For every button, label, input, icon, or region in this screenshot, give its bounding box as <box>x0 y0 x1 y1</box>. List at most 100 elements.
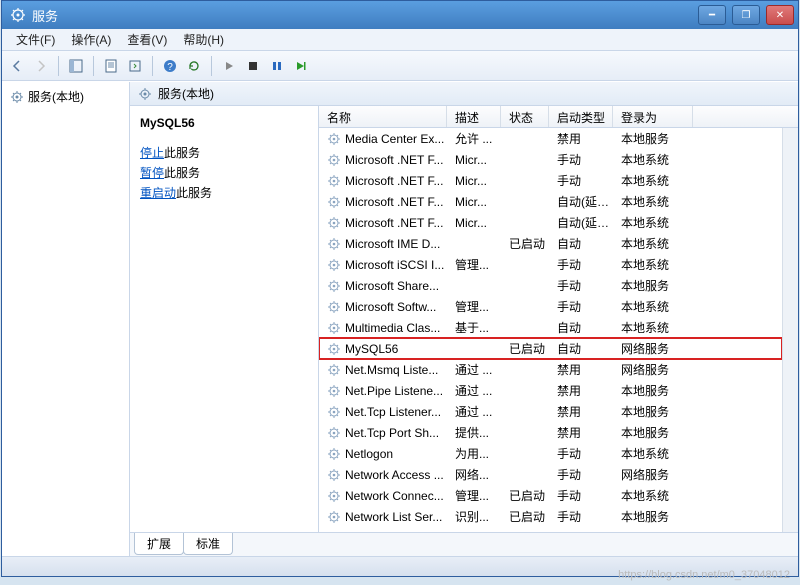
svg-text:?: ? <box>167 62 173 73</box>
table-row[interactable]: Microsoft .NET F...Micr...手动本地系统 <box>319 170 782 191</box>
show-hide-tree-button[interactable] <box>65 55 87 77</box>
table-row[interactable]: Media Center Ex...允许 ...禁用本地服务 <box>319 128 782 149</box>
service-icon <box>327 132 341 146</box>
service-icon <box>327 405 341 419</box>
service-icon <box>327 153 341 167</box>
col-logon[interactable]: 登录为 <box>613 106 693 127</box>
table-row[interactable]: Microsoft .NET F...Micr...自动(延迟...本地系统 <box>319 212 782 233</box>
service-icon <box>327 321 341 335</box>
table-row[interactable]: Net.Tcp Listener...通过 ...禁用本地服务 <box>319 401 782 422</box>
col-start[interactable]: 启动类型 <box>549 106 613 127</box>
table-row[interactable]: Net.Msmq Liste...通过 ...禁用网络服务 <box>319 359 782 380</box>
maximize-button[interactable]: ❐ <box>732 5 760 25</box>
tree-root-label: 服务(本地) <box>28 88 84 105</box>
menu-view[interactable]: 查看(V) <box>119 29 175 50</box>
service-desc: 允许 ... <box>447 130 501 147</box>
service-logon: 本地系统 <box>613 151 693 168</box>
pause-service-button[interactable] <box>266 55 288 77</box>
menu-file[interactable]: 文件(F) <box>8 29 63 50</box>
table-row[interactable]: MySQL56已启动自动网络服务 <box>319 338 782 359</box>
restart-service-button[interactable] <box>290 55 312 77</box>
service-desc: Micr... <box>447 195 501 209</box>
scrollbar[interactable] <box>782 128 798 532</box>
service-icon <box>327 468 341 482</box>
service-desc: 网络... <box>447 466 501 483</box>
col-desc[interactable]: 描述 <box>447 106 501 127</box>
service-desc: 为用... <box>447 445 501 462</box>
export-button[interactable] <box>124 55 146 77</box>
start-service-button[interactable] <box>218 55 240 77</box>
service-start: 自动(延迟... <box>549 214 613 231</box>
table-row[interactable]: Microsoft IME D...已启动自动本地系统 <box>319 233 782 254</box>
menu-help[interactable]: 帮助(H) <box>175 29 232 50</box>
service-start: 自动 <box>549 319 613 336</box>
service-desc: 通过 ... <box>447 361 501 378</box>
service-desc: Micr... <box>447 153 501 167</box>
service-name: Net.Pipe Listene... <box>345 384 443 398</box>
table-row[interactable]: Microsoft iSCSI I...管理...手动本地系统 <box>319 254 782 275</box>
col-name[interactable]: 名称 <box>319 106 447 127</box>
table-row[interactable]: Network List Ser...识别...已启动手动本地服务 <box>319 506 782 527</box>
table-row[interactable]: Network Connec...管理...已启动手动本地系统 <box>319 485 782 506</box>
table-row[interactable]: Microsoft Share...手动本地服务 <box>319 275 782 296</box>
refresh-button[interactable] <box>183 55 205 77</box>
service-start: 禁用 <box>549 361 613 378</box>
menu-action[interactable]: 操作(A) <box>63 29 119 50</box>
tree-root-item[interactable]: 服务(本地) <box>6 86 125 107</box>
table-row[interactable]: Net.Tcp Port Sh...提供...禁用本地服务 <box>319 422 782 443</box>
table-row[interactable]: Net.Pipe Listene...通过 ...禁用本地服务 <box>319 380 782 401</box>
service-start: 禁用 <box>549 403 613 420</box>
stop-link[interactable]: 停止 <box>140 146 164 160</box>
table-row[interactable]: Multimedia Clas...基于...自动本地系统 <box>319 317 782 338</box>
service-name: Network Connec... <box>345 489 444 503</box>
service-desc: 管理... <box>447 256 501 273</box>
service-logon: 本地服务 <box>613 382 693 399</box>
service-name: Microsoft iSCSI I... <box>345 258 444 272</box>
service-desc: 管理... <box>447 298 501 315</box>
service-name: Microsoft Share... <box>345 279 439 293</box>
service-icon <box>327 279 341 293</box>
selected-service-name: MySQL56 <box>140 116 308 130</box>
service-icon <box>327 363 341 377</box>
gear-icon <box>10 90 24 104</box>
service-desc: 通过 ... <box>447 382 501 399</box>
service-rows[interactable]: Media Center Ex...允许 ...禁用本地服务 Microsoft … <box>319 128 782 532</box>
help-button[interactable]: ? <box>159 55 181 77</box>
menubar: 文件(F) 操作(A) 查看(V) 帮助(H) <box>2 29 798 51</box>
minimize-button[interactable]: ━ <box>698 5 726 25</box>
table-row[interactable]: Microsoft .NET F...Micr...手动本地系统 <box>319 149 782 170</box>
service-start: 禁用 <box>549 424 613 441</box>
table-row[interactable]: Microsoft Softw...管理...手动本地系统 <box>319 296 782 317</box>
pause-link[interactable]: 暂停 <box>140 166 164 180</box>
stop-service-button[interactable] <box>242 55 264 77</box>
service-logon: 本地服务 <box>613 424 693 441</box>
service-logon: 本地系统 <box>613 298 693 315</box>
tab-extended[interactable]: 扩展 <box>134 533 184 555</box>
service-logon: 本地系统 <box>613 445 693 462</box>
col-state[interactable]: 状态 <box>501 106 549 127</box>
service-icon <box>327 216 341 230</box>
table-row[interactable]: Network Access ...网络...手动网络服务 <box>319 464 782 485</box>
service-desc: 通过 ... <box>447 403 501 420</box>
service-icon <box>327 447 341 461</box>
table-row[interactable]: Netlogon为用...手动本地系统 <box>319 443 782 464</box>
forward-button[interactable] <box>30 55 52 77</box>
service-logon: 本地系统 <box>613 487 693 504</box>
service-start: 自动 <box>549 235 613 252</box>
properties-button[interactable] <box>100 55 122 77</box>
detail-pane: MySQL56 停止此服务 暂停此服务 重启动此服务 <box>130 106 318 532</box>
service-icon <box>327 300 341 314</box>
service-icon <box>327 384 341 398</box>
service-name: Netlogon <box>345 447 393 461</box>
service-state: 已启动 <box>501 235 549 252</box>
close-button[interactable]: ✕ <box>766 5 794 25</box>
gear-icon <box>138 87 152 101</box>
tab-standard[interactable]: 标准 <box>183 533 233 555</box>
service-name: Microsoft .NET F... <box>345 195 443 209</box>
restart-link[interactable]: 重启动 <box>140 186 176 200</box>
service-logon: 本地系统 <box>613 193 693 210</box>
service-name: Network List Ser... <box>345 510 442 524</box>
service-name: Microsoft .NET F... <box>345 153 443 167</box>
back-button[interactable] <box>6 55 28 77</box>
table-row[interactable]: Microsoft .NET F...Micr...自动(延迟...本地系统 <box>319 191 782 212</box>
